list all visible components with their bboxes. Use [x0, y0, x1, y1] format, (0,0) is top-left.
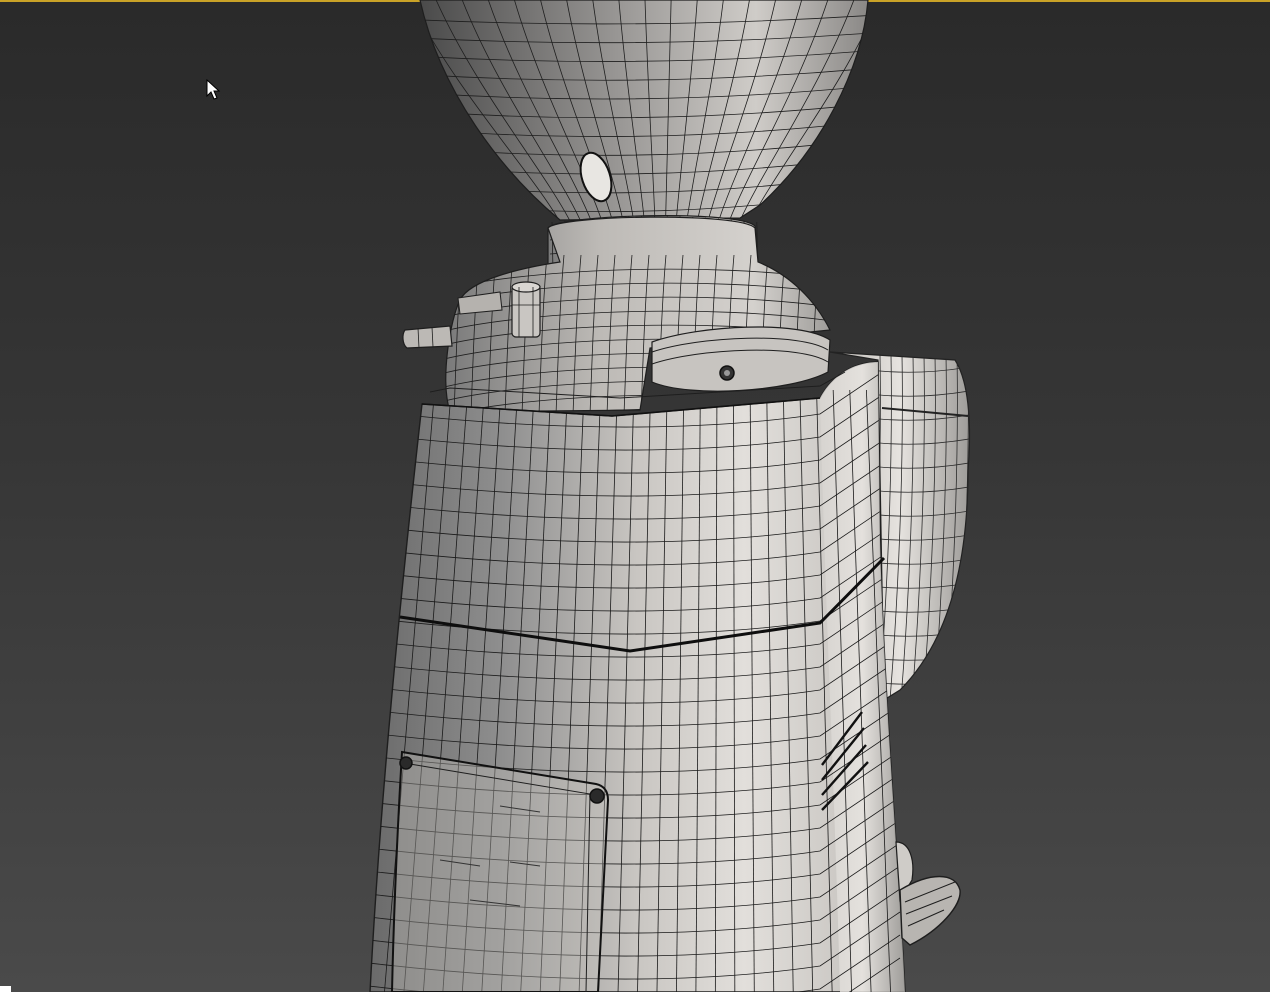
portafilter-fork[interactable] [895, 841, 961, 946]
arrow-pointer-icon [206, 79, 221, 100]
adjust-pin-top[interactable] [511, 281, 541, 338]
model-render[interactable] [0, 0, 1270, 992]
front-panel[interactable] [390, 750, 610, 992]
hopper[interactable] [380, 0, 900, 230]
neck[interactable] [437, 216, 840, 430]
viewport-corner-marker [0, 986, 11, 992]
3d-viewport[interactable] [0, 0, 1270, 992]
adjust-pin-left[interactable] [402, 325, 453, 349]
